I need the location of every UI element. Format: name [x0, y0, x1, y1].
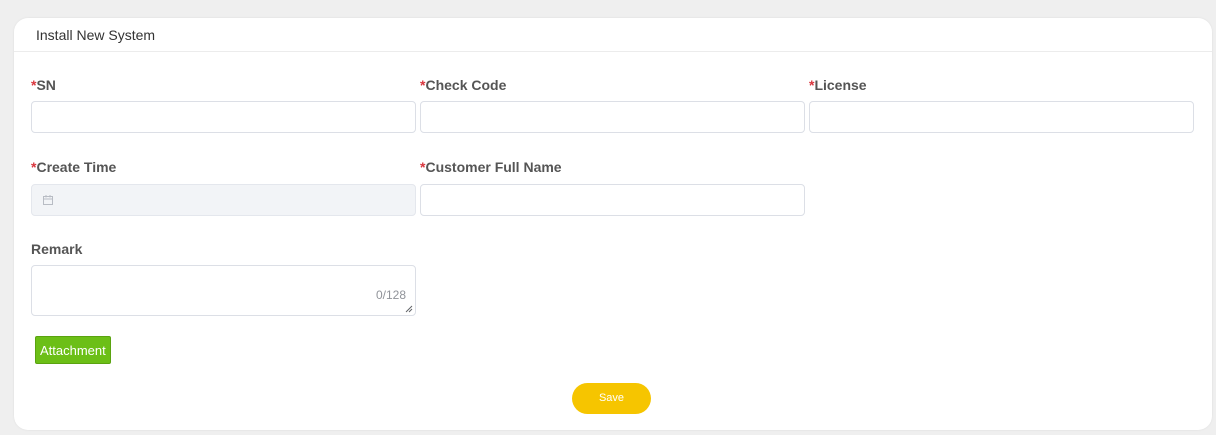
check-code-input[interactable] — [420, 101, 805, 133]
resize-handle-icon[interactable] — [405, 305, 413, 313]
customer-full-name-label: *Customer Full Name — [420, 159, 562, 175]
calendar-icon — [43, 195, 53, 205]
remark-char-counter: 0/128 — [375, 288, 406, 302]
attachment-button[interactable]: Attachment — [35, 336, 111, 364]
check-code-label: *Check Code — [420, 77, 507, 93]
create-time-picker[interactable] — [31, 184, 416, 216]
save-button[interactable]: Save — [572, 383, 651, 414]
remark-label: Remark — [31, 241, 83, 257]
remark-textarea[interactable]: 0/128 — [31, 265, 416, 316]
license-label: *License — [809, 77, 867, 93]
card-header: Install New System — [14, 18, 1212, 52]
install-system-card: Install New System *SN *Check Code *Lice… — [14, 18, 1212, 430]
card-title: Install New System — [36, 27, 156, 43]
create-time-label: *Create Time — [31, 159, 117, 175]
customer-full-name-input[interactable] — [420, 184, 805, 216]
sn-input[interactable] — [31, 101, 416, 133]
license-input[interactable] — [809, 101, 1194, 133]
sn-label: *SN — [31, 77, 56, 93]
